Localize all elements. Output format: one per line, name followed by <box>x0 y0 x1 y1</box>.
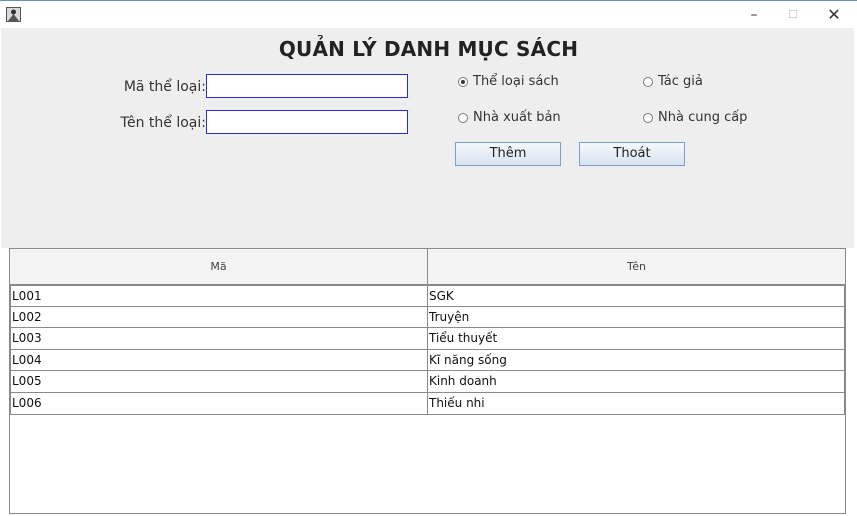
add-button[interactable]: Thêm <box>455 142 561 166</box>
radio-label: Tác giả <box>658 74 703 89</box>
category-name-input[interactable] <box>206 110 408 134</box>
cell-name[interactable]: SGK <box>428 286 845 306</box>
page-title: QUẢN LÝ DANH MỤC SÁCH <box>278 37 579 61</box>
radio-selected-indicator[interactable] <box>458 76 468 87</box>
cell-code[interactable]: L002 <box>10 306 428 328</box>
table-row[interactable]: L004 Kĩ năng sống <box>10 349 845 372</box>
close-button[interactable]: ✕ <box>814 1 854 29</box>
radio-publisher[interactable]: Nhà xuất bản <box>458 110 561 125</box>
radio-indicator[interactable] <box>643 76 653 87</box>
table-header: Mã Tên <box>10 249 845 285</box>
title-bar: – ☐ ✕ <box>0 0 857 28</box>
cell-code[interactable]: L004 <box>10 349 428 371</box>
cell-code[interactable]: L006 <box>10 392 428 414</box>
cell-name[interactable]: Tiểu thuyết <box>428 328 845 349</box>
cell-name[interactable]: Truyện <box>428 306 845 328</box>
column-header-name[interactable]: Tên <box>428 249 845 285</box>
radio-book-category[interactable]: Thể loại sách <box>458 74 559 89</box>
radio-label: Nhà cung cấp <box>658 110 748 125</box>
radio-indicator[interactable] <box>643 112 653 123</box>
minimize-button[interactable]: – <box>734 1 774 29</box>
cell-code[interactable]: L003 <box>10 328 428 349</box>
category-name-label: Tên thể loại: <box>120 115 206 131</box>
maximize-button[interactable]: ☐ <box>773 1 813 29</box>
radio-author[interactable]: Tác giả <box>643 74 703 89</box>
category-table: Mã Tên L001 SGK L002 Truyện L003 Tiểu th… <box>9 248 846 514</box>
radio-label: Thể loại sách <box>473 74 559 89</box>
cell-name[interactable]: Kĩ năng sống <box>428 349 845 371</box>
table-row[interactable]: L001 SGK <box>10 285 845 307</box>
table-row[interactable]: L002 Truyện <box>10 306 845 329</box>
cell-name[interactable]: Thiếu nhi <box>428 392 845 414</box>
cell-name[interactable]: Kinh doanh <box>428 371 845 392</box>
table-row[interactable]: L006 Thiếu nhi <box>10 392 845 415</box>
radio-supplier[interactable]: Nhà cung cấp <box>643 110 747 125</box>
cell-code[interactable]: L005 <box>10 371 428 392</box>
table-body: L001 SGK L002 Truyện L003 Tiểu thuyết L0… <box>10 285 845 415</box>
category-code-label: Mã thể loại: <box>123 79 206 95</box>
table-row[interactable]: L005 Kinh doanh <box>10 371 845 393</box>
column-header-code[interactable]: Mã <box>10 249 428 285</box>
radio-label: Nhà xuất bản <box>473 110 561 125</box>
cell-code[interactable]: L001 <box>10 286 428 306</box>
exit-button[interactable]: Thoát <box>579 142 685 166</box>
form-panel <box>1 28 854 248</box>
category-code-input[interactable] <box>206 74 408 98</box>
radio-indicator[interactable] <box>458 112 468 123</box>
java-app-icon <box>6 7 21 22</box>
table-row[interactable]: L003 Tiểu thuyết <box>10 328 845 350</box>
